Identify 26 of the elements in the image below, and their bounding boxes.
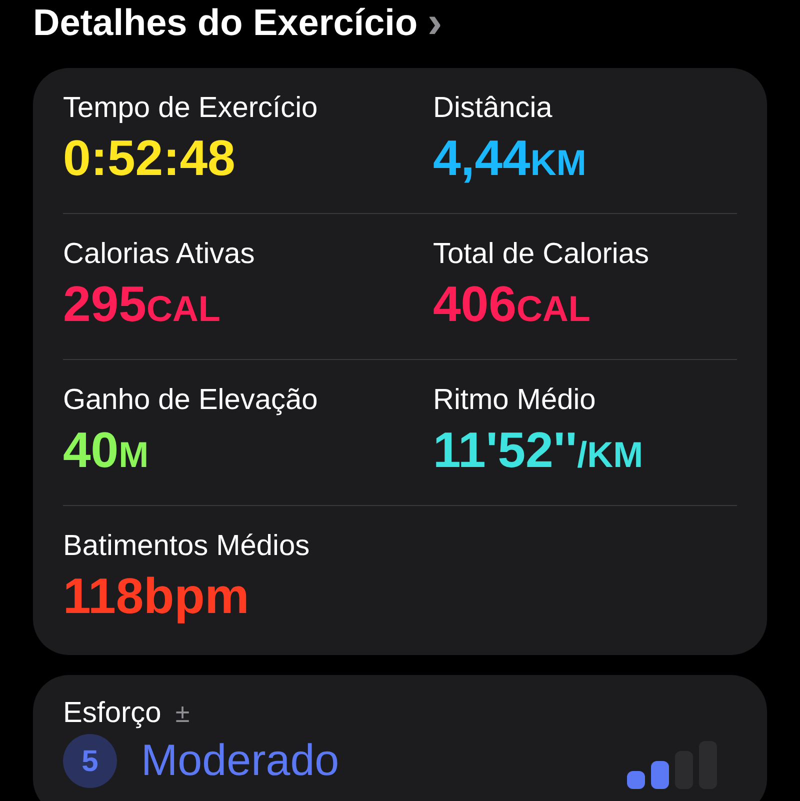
metric-unit: M <box>118 435 149 475</box>
metric-value: 11'52'' <box>433 422 578 478</box>
metric-label: Total de Calorias <box>433 237 650 272</box>
effort-rating: Moderado <box>141 735 340 787</box>
section-title[interactable]: Detalhes do Exercício <box>33 1 418 45</box>
effort-score: 5 <box>63 734 117 788</box>
effort-card[interactable]: Esforço ± 5 Moderado <box>33 675 767 801</box>
metric-value: 40 <box>63 422 119 478</box>
chevron-icon[interactable]: › <box>428 1 442 45</box>
metric-value: 4,44 <box>433 130 530 186</box>
metric-unit: CAL <box>146 289 220 329</box>
metric-label: Ganho de Elevação <box>63 383 319 418</box>
metric-unit: /KM <box>577 435 644 475</box>
metric-unit: KM <box>530 143 586 183</box>
effort-label: Esforço <box>63 696 162 731</box>
metric-label: Batimentos Médios <box>63 529 311 564</box>
adjust-icon[interactable]: ± <box>175 698 190 728</box>
metric-value: 295 <box>63 276 146 332</box>
metric-value: 406 <box>433 276 516 332</box>
metric-label: Distância <box>433 91 554 126</box>
metric-label: Calorias Ativas <box>63 237 256 272</box>
metric-value: 0:52:48 <box>63 130 236 186</box>
metric-unit: CAL <box>516 289 590 329</box>
metric-label: Tempo de Exercício <box>63 91 319 126</box>
metric-value: 118bpm <box>63 568 250 624</box>
metric-label: Ritmo Médio <box>433 383 597 418</box>
